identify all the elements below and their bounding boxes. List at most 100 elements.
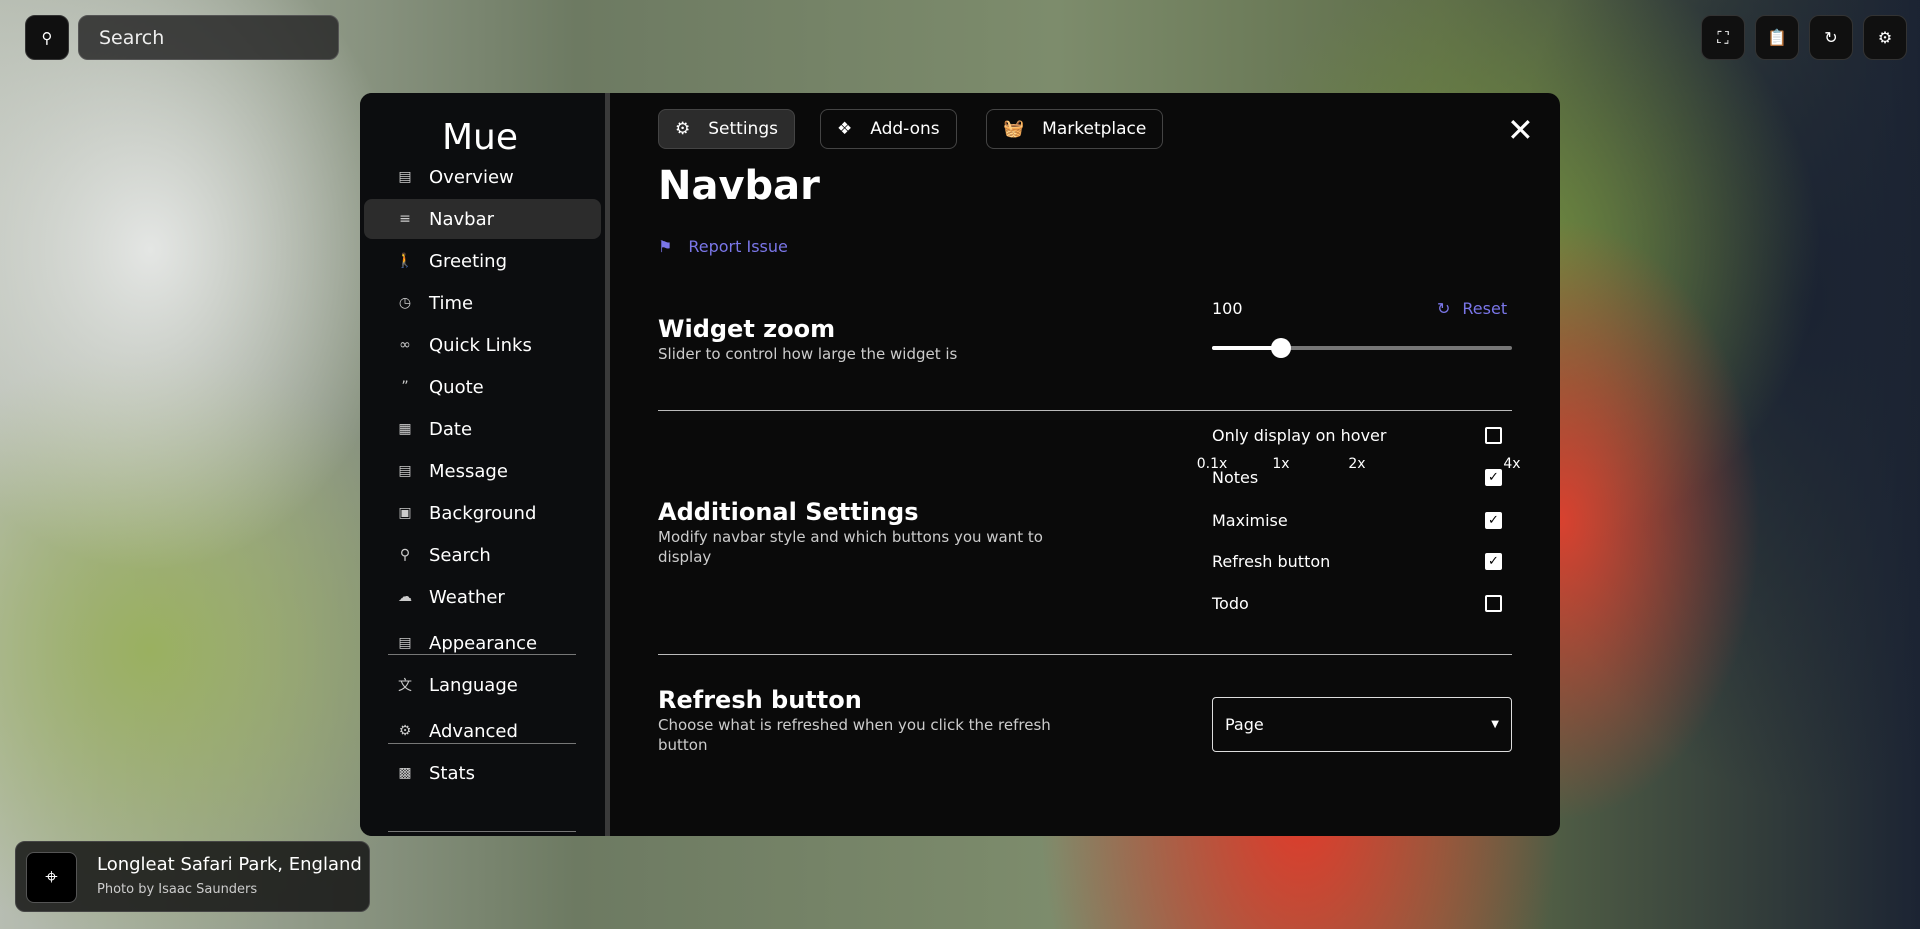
sidebar-item-label: Date	[429, 418, 473, 440]
sidebar-item-label: Greeting	[429, 250, 507, 272]
chart-icon: ▩	[398, 765, 412, 781]
gear-icon: ⚙	[398, 723, 412, 739]
search-icon: ⚲	[399, 547, 411, 563]
sidebar-scrollbar[interactable]	[605, 93, 610, 836]
sidebar-item-stats[interactable]: ▩ Stats	[364, 753, 601, 793]
gear-icon: ⚙	[675, 119, 691, 139]
fullscreen-button[interactable]: ⛶	[1701, 15, 1745, 60]
search-input[interactable]: Search	[78, 15, 339, 60]
sidebar-item-overview[interactable]: ▤ Overview	[364, 157, 601, 197]
option-checkbox[interactable]: ✓	[1485, 469, 1502, 486]
zoom-slider[interactable]	[1212, 338, 1512, 358]
location-pin-icon: ⌖	[26, 852, 77, 903]
reset-button[interactable]: ↻ Reset	[1437, 299, 1507, 318]
tab-add-ons[interactable]: ❖ Add-ons	[820, 109, 957, 149]
settings-modal: Mue ▤ Overview ≡ Navbar 🚶 Greeting ◷ Time ∞ Quick…	[360, 93, 1560, 836]
tab-settings[interactable]: ⚙ Settings	[658, 109, 795, 149]
option-row: Todo	[1212, 594, 1512, 613]
option-checkbox[interactable]: ✓	[1485, 553, 1502, 570]
tab-label: Marketplace	[1042, 119, 1147, 139]
sidebar-item-quote[interactable]: ” Quote	[364, 367, 601, 407]
refresh-button-title: Refresh button	[658, 686, 862, 714]
sidebar-item-navbar[interactable]: ≡ Navbar	[364, 199, 601, 239]
sidebar-item-background[interactable]: ▣ Background	[364, 493, 601, 533]
search-button[interactable]: ⚲	[25, 15, 69, 60]
alarm-icon: ◷	[398, 295, 412, 311]
notes-button[interactable]: 📋	[1755, 15, 1799, 60]
photo-credit: Photo by Isaac Saunders	[97, 882, 258, 897]
option-label: Todo	[1212, 594, 1249, 613]
puzzle-icon: ❖	[837, 119, 853, 139]
option-label: Refresh button	[1212, 552, 1331, 571]
message-icon: ▤	[398, 463, 412, 479]
sidebar-item-advanced[interactable]: ⚙ Advanced	[364, 711, 601, 751]
option-checkbox[interactable]	[1485, 595, 1502, 612]
divider	[658, 410, 1512, 411]
refresh-button[interactable]: ↻	[1809, 15, 1853, 60]
sidebar-item-search[interactable]: ⚲ Search	[364, 535, 601, 575]
refresh-icon: ↻	[1824, 28, 1838, 47]
waving-person-icon: 🚶	[396, 253, 414, 269]
tab-label: Add-ons	[870, 119, 940, 139]
divider	[658, 654, 1512, 655]
gear-icon: ⚙	[1877, 28, 1893, 47]
overview-icon: ▤	[398, 169, 412, 185]
divider	[388, 831, 576, 832]
sidebar-item-appearance[interactable]: ▤ Appearance	[364, 623, 601, 663]
sidebar-item-label: Message	[429, 460, 508, 482]
refresh-select[interactable]: Page ▼	[1212, 697, 1512, 752]
additional-settings-title: Additional Settings	[658, 498, 919, 526]
sidebar-item-label: Time	[429, 292, 474, 314]
sidebar-item-label: Quote	[429, 376, 484, 398]
option-checkbox[interactable]: ✓	[1485, 512, 1502, 529]
option-label: Only display on hover	[1212, 426, 1387, 445]
sidebar-item-quick-links[interactable]: ∞ Quick Links	[364, 325, 601, 365]
option-row: Maximise ✓	[1212, 511, 1512, 530]
selected-value: Page	[1225, 715, 1264, 734]
widget-zoom-title: Widget zoom	[658, 315, 836, 343]
page-title: Navbar	[658, 163, 820, 209]
clipboard-icon: 📋	[1767, 28, 1787, 47]
sidebar-item-time[interactable]: ◷ Time	[364, 283, 601, 323]
basket-icon: 🧺	[1003, 119, 1025, 139]
image-icon: ▣	[398, 505, 412, 521]
sidebar-item-label: Navbar	[429, 208, 495, 230]
option-checkbox[interactable]	[1485, 427, 1502, 444]
sidebar-item-message[interactable]: ▤ Message	[364, 451, 601, 491]
sidebar-item-label: Overview	[429, 166, 514, 188]
divider	[388, 654, 576, 655]
slider-thumb[interactable]	[1271, 338, 1291, 358]
sidebar-item-greeting[interactable]: 🚶 Greeting	[364, 241, 601, 281]
close-icon[interactable]: ✕	[1507, 111, 1534, 149]
paint-roller-icon: ▤	[398, 635, 412, 651]
settings-button[interactable]: ⚙	[1863, 15, 1907, 60]
option-row: Refresh button ✓	[1212, 552, 1512, 571]
report-issue-label: Report Issue	[688, 237, 788, 256]
sidebar-item-label: Advanced	[429, 720, 518, 742]
sidebar-item-weather[interactable]: ☁ Weather	[364, 577, 601, 617]
reset-label: Reset	[1462, 299, 1508, 318]
menu-icon: ≡	[399, 211, 411, 227]
tab-marketplace[interactable]: 🧺 Marketplace	[986, 109, 1164, 149]
logo: Mue	[441, 117, 519, 158]
sidebar-item-label: Language	[429, 674, 518, 696]
report-issue-link[interactable]: ⚑ Report Issue	[658, 237, 788, 256]
calendar-icon: ▦	[398, 421, 412, 437]
photo-location: Longleat Safari Park, England	[97, 854, 362, 875]
additional-settings-description: Modify navbar style and which buttons yo…	[658, 528, 1043, 566]
widget-zoom-description: Slider to control how large the widget i…	[658, 345, 958, 363]
fullscreen-icon: ⛶	[1717, 27, 1729, 47]
cloud-icon: ☁	[398, 589, 412, 605]
option-row: Notes ✓	[1212, 468, 1512, 487]
sidebar-item-language[interactable]: 文 Language	[364, 665, 601, 705]
sidebar-item-label: Background	[429, 502, 537, 524]
sidebar-item-label: Weather	[429, 586, 505, 608]
option-label: Notes	[1212, 468, 1259, 487]
option-row: Only display on hover	[1212, 426, 1512, 445]
zoom-value: 100	[1212, 299, 1243, 318]
divider	[388, 743, 576, 744]
link-icon: ∞	[399, 337, 411, 353]
photo-info[interactable]: ⌖ Longleat Safari Park, England Photo by…	[15, 841, 370, 912]
sidebar-item-date[interactable]: ▦ Date	[364, 409, 601, 449]
quote-icon: ”	[401, 379, 409, 395]
